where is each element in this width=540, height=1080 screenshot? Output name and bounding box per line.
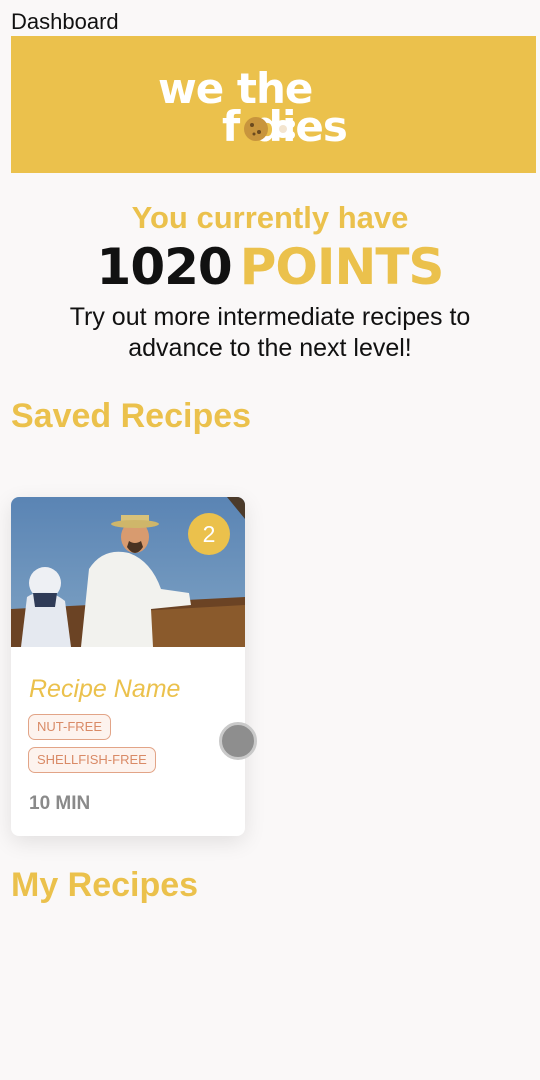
dietary-tag-nut-free: NUT-FREE [28,714,111,740]
page-title: Dashboard [11,9,119,34]
saved-count-badge: 2 [188,513,230,555]
points-message: Try out more intermediate recipes to adv… [69,303,471,362]
my-recipes-heading: My Recipes [11,866,199,904]
points-value: 1020 [96,238,233,296]
cook-time: 10 MIN [29,793,91,814]
touch-indicator [219,722,257,760]
dietary-tag-shellfish-free: SHELLFISH-FREE [28,747,156,773]
recipe-card[interactable]: 2 Recipe Name NUT-FREE SHELLFISH-FREE 10… [11,497,245,836]
points-unit: POINTS [239,238,445,296]
recipe-name: Recipe Name [29,675,181,703]
points-summary: You currently have 1020 POINTS Try out mo… [0,200,540,364]
we-the-foodies-logo: we the f dies [156,64,416,154]
cookie-icon [244,117,295,141]
points-subtitle: You currently have [131,200,409,235]
brand-banner: we the f dies [11,36,536,173]
points-row: 1020 POINTS [0,238,540,296]
saved-recipes-heading: Saved Recipes [11,397,252,435]
